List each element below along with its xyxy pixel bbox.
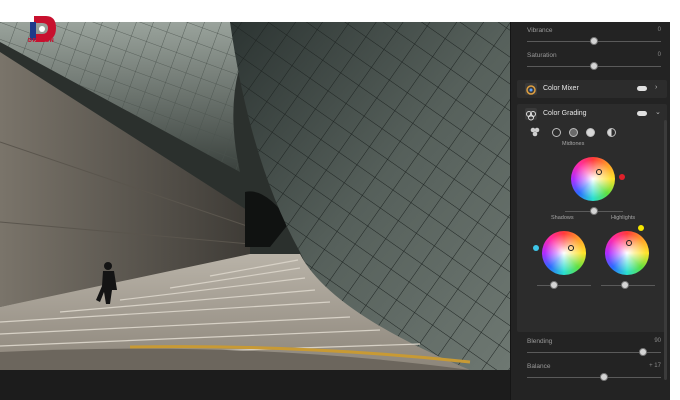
midtones-wheel-handle[interactable] bbox=[596, 169, 602, 175]
balance-label: Balance bbox=[527, 363, 551, 370]
color-grading-icon bbox=[525, 108, 537, 121]
shadows-color-wheel[interactable] bbox=[542, 231, 586, 275]
photo-canvas bbox=[0, 22, 510, 370]
saturation-value: 0 bbox=[657, 52, 661, 58]
shadows-wheel-handle[interactable] bbox=[568, 245, 574, 251]
logo-text: DRAGON bbox=[27, 38, 55, 44]
dragon-logo-icon bbox=[30, 16, 56, 42]
color-grading-section: Color Grading ⌄ Midtones Shadows Highlig… bbox=[517, 104, 667, 332]
color-mixer-section[interactable]: Color Mixer › bbox=[517, 80, 667, 98]
color-grading-title: Color Grading bbox=[543, 110, 587, 117]
chevron-down-icon[interactable]: ⌄ bbox=[655, 108, 661, 116]
shadows-label: Shadows bbox=[551, 215, 574, 221]
highlights-color-wheel[interactable] bbox=[605, 231, 649, 275]
shadows-luminance-slider[interactable] bbox=[537, 285, 591, 286]
highlights-label: Highlights bbox=[611, 215, 636, 221]
balance-slider[interactable] bbox=[527, 377, 661, 378]
highlights-hue-handle[interactable] bbox=[638, 225, 644, 231]
saturation-slider-thumb[interactable] bbox=[590, 62, 598, 70]
edit-panel: Vibrance 0 Saturation 0 Color Mixer › Co… bbox=[510, 22, 670, 400]
shadows-mode-icon[interactable] bbox=[552, 128, 561, 137]
right-margin bbox=[670, 22, 680, 400]
balance-value: + 17 bbox=[649, 363, 661, 369]
highlights-luminance-thumb[interactable] bbox=[621, 281, 629, 289]
chevron-right-icon[interactable]: › bbox=[655, 84, 657, 91]
shadows-hue-handle[interactable] bbox=[533, 245, 539, 251]
highlights-wheel-handle[interactable] bbox=[626, 240, 632, 246]
highlights-mode-icon[interactable] bbox=[586, 128, 595, 137]
photo-image bbox=[0, 22, 510, 370]
vibrance-value: 0 bbox=[657, 27, 661, 33]
midtones-label: Midtones bbox=[562, 141, 585, 147]
three-way-icon[interactable] bbox=[529, 126, 541, 138]
shadows-luminance-thumb[interactable] bbox=[550, 281, 558, 289]
midtones-mode-icon[interactable] bbox=[569, 128, 578, 137]
blending-value: 90 bbox=[654, 338, 661, 344]
vibrance-slider-thumb[interactable] bbox=[590, 37, 598, 45]
color-mixer-title: Color Mixer bbox=[543, 85, 579, 92]
color-grading-toggle[interactable] bbox=[637, 111, 647, 116]
saturation-label: Saturation bbox=[527, 52, 557, 59]
midtones-color-wheel[interactable] bbox=[571, 157, 615, 201]
panel-scrollbar[interactable] bbox=[664, 120, 667, 380]
top-margin bbox=[0, 0, 680, 22]
vibrance-label: Vibrance bbox=[527, 27, 553, 34]
midtones-hue-handle[interactable] bbox=[619, 174, 625, 180]
blending-label: Blending bbox=[527, 338, 553, 345]
color-mixer-toggle[interactable] bbox=[637, 86, 647, 91]
color-mixer-icon bbox=[525, 83, 537, 95]
global-mode-icon[interactable] bbox=[607, 128, 616, 137]
balance-slider-thumb[interactable] bbox=[600, 373, 608, 381]
blending-slider-thumb[interactable] bbox=[639, 348, 647, 356]
midtones-luminance-thumb[interactable] bbox=[590, 207, 598, 215]
